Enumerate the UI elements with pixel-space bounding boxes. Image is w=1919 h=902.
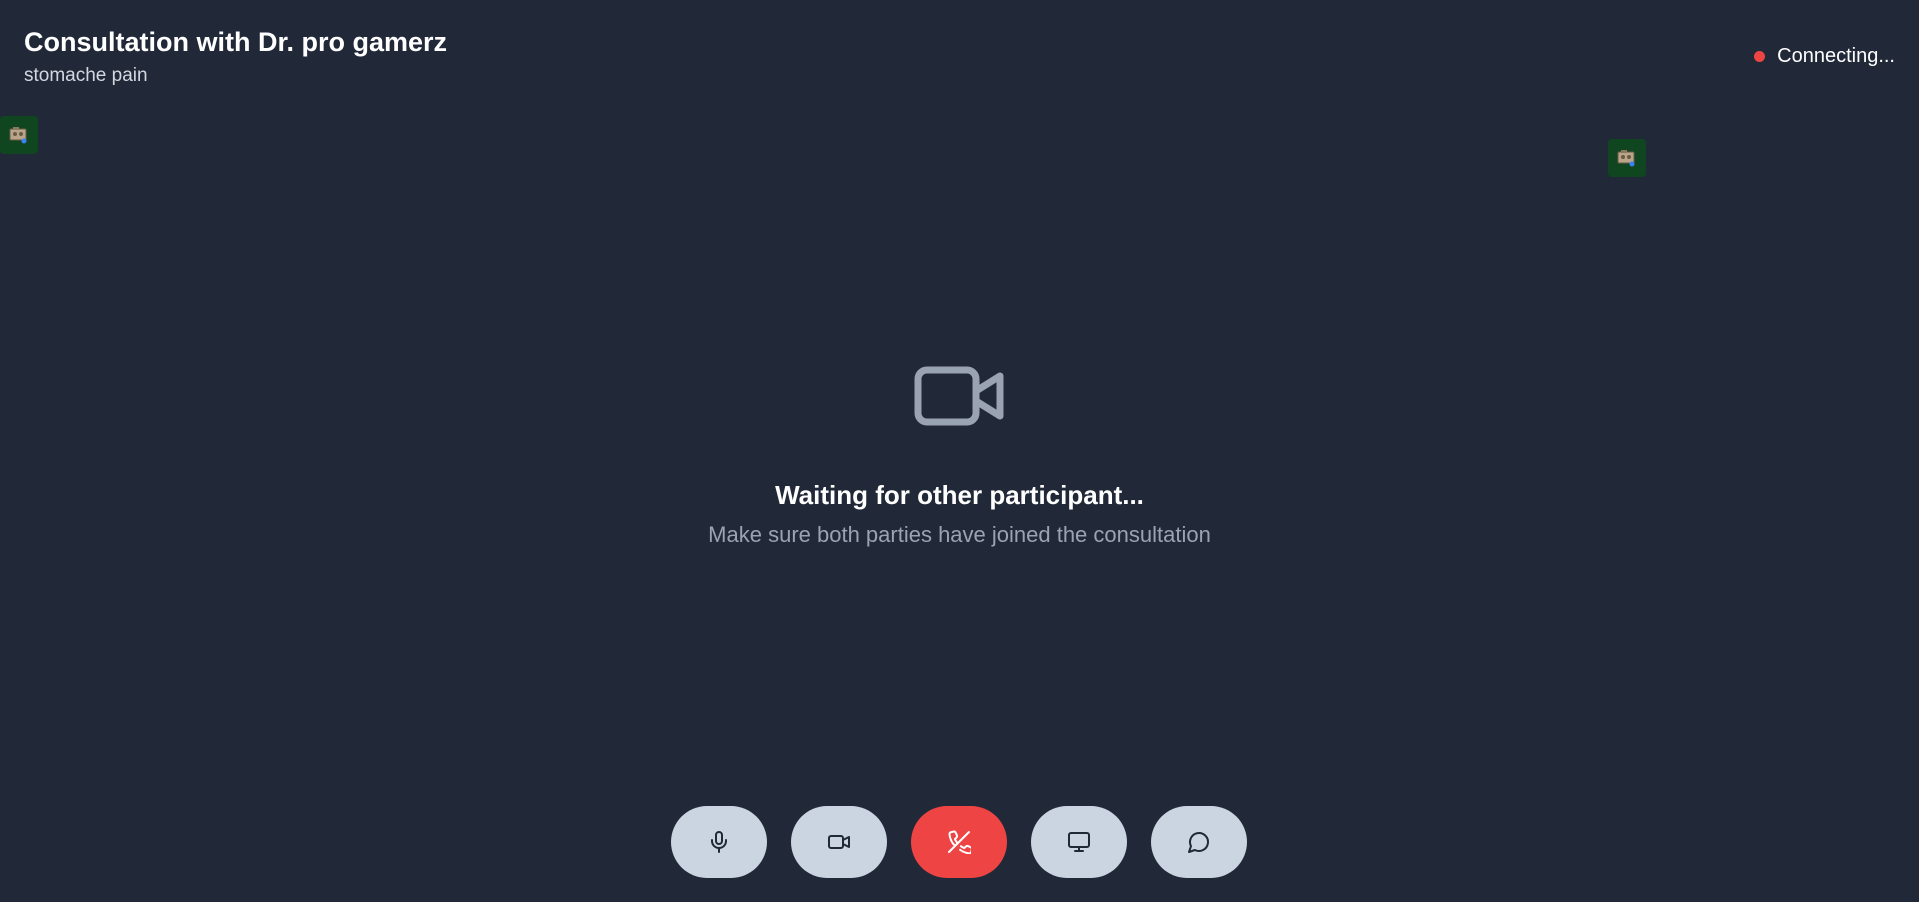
- waiting-panel: Waiting for other participant... Make su…: [0, 364, 1919, 549]
- screen-share-button[interactable]: [1031, 806, 1127, 878]
- broken-image-icon: [1617, 150, 1635, 167]
- status-text: Connecting...: [1777, 45, 1895, 67]
- video-call-stage: Consultation with Dr. pro gamerz stomach…: [0, 0, 1919, 902]
- chat-button[interactable]: [1151, 806, 1247, 878]
- camera-button[interactable]: [791, 806, 887, 878]
- waiting-subtitle: Make sure both parties have joined the c…: [708, 522, 1211, 547]
- consultation-title: Consultation with Dr. pro gamerz: [24, 27, 448, 57]
- local-video-thumbnail[interactable]: [0, 116, 38, 154]
- consultation-header: Consultation with Dr. pro gamerz stomach…: [24, 26, 447, 88]
- waiting-title: Waiting for other participant...: [775, 480, 1144, 510]
- microphone-button[interactable]: [671, 806, 767, 878]
- monitor-icon: [1068, 832, 1090, 852]
- chat-bubble-icon: [1188, 832, 1209, 853]
- microphone-icon: [711, 831, 727, 853]
- call-controls: [671, 806, 1247, 878]
- broken-image-icon: [9, 127, 27, 144]
- video-camera-icon: [914, 366, 1003, 426]
- status-indicator-dot: [1754, 51, 1766, 62]
- phone-off-icon: [948, 830, 971, 854]
- remote-video-thumbnail[interactable]: [1608, 139, 1646, 177]
- video-camera-icon: [828, 835, 850, 849]
- connection-status: Connecting...: [1754, 45, 1895, 68]
- end-call-button[interactable]: [911, 806, 1007, 878]
- consultation-reason: stomache pain: [24, 65, 148, 86]
